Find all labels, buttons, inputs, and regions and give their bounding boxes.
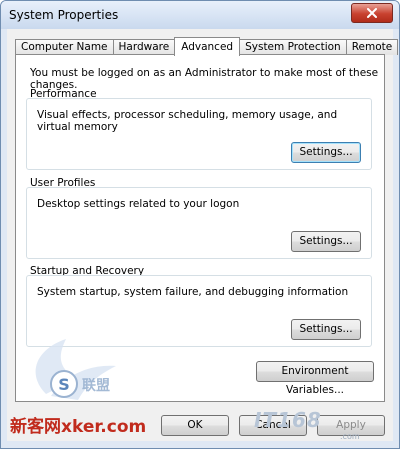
tab-advanced[interactable]: Advanced	[174, 37, 241, 56]
it168-watermark-sub: .com	[340, 432, 360, 441]
startup-recovery-settings-button[interactable]: Settings...	[291, 319, 361, 340]
user-profiles-settings-button[interactable]: Settings...	[291, 231, 361, 252]
tab-system-protection[interactable]: System Protection	[239, 39, 347, 55]
environment-variables-button[interactable]: Environment Variables...	[256, 361, 374, 396]
tab-remote[interactable]: Remote	[345, 39, 399, 55]
it168-watermark-text: IT168	[254, 408, 322, 432]
watermark-badge-letter: S	[58, 375, 70, 394]
window-title: System Properties	[9, 8, 119, 22]
performance-description: Visual effects, processor scheduling, me…	[37, 109, 338, 133]
close-icon	[367, 8, 377, 18]
user-profiles-description: Desktop settings related to your logon	[37, 198, 240, 210]
watermark-small-text: 联盟	[82, 378, 110, 394]
xker-watermark-text: 新客网xker.com	[10, 417, 147, 437]
performance-settings-button[interactable]: Settings...	[291, 142, 361, 163]
tab-hardware[interactable]: Hardware	[112, 39, 176, 55]
title-bar[interactable]: System Properties	[1, 1, 399, 29]
tab-strip: Computer Name Hardware Advanced System P…	[15, 37, 399, 56]
close-button[interactable]	[351, 3, 393, 23]
tab-computer-name[interactable]: Computer Name	[15, 39, 114, 55]
performance-group: Visual effects, processor scheduling, me…	[26, 98, 372, 170]
startup-recovery-description: System startup, system failure, and debu…	[37, 286, 349, 298]
user-profiles-group: Desktop settings related to your logon S…	[26, 187, 372, 259]
